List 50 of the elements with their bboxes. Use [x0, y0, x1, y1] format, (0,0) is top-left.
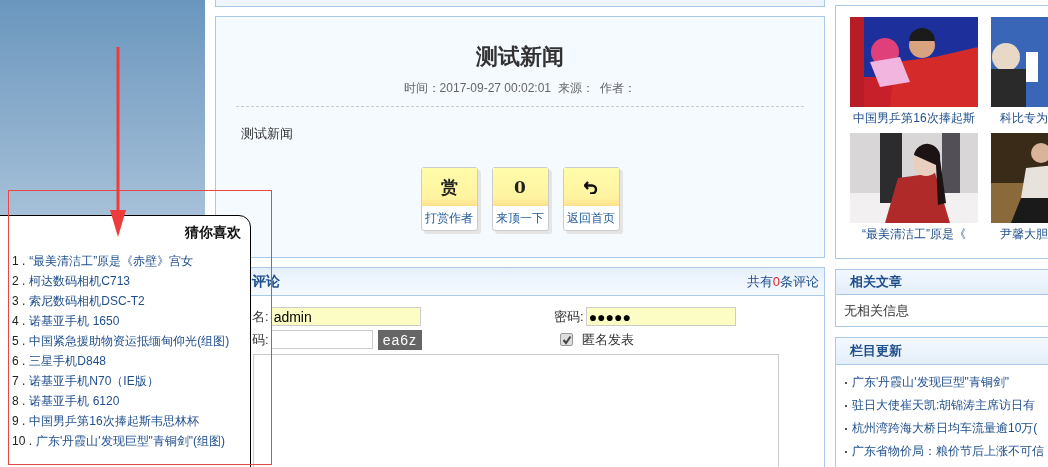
- action-button[interactable]: 返回首页: [562, 167, 620, 231]
- item-number: 3 .: [12, 294, 26, 308]
- item-number: 10 .: [12, 434, 32, 448]
- recommend-link[interactable]: 中国男乒第16次捧起斯韦思林杯: [29, 412, 199, 430]
- recommend-link[interactable]: 柯达数码相机C713: [29, 272, 131, 290]
- item-number: 1 .: [12, 254, 26, 268]
- comment-count: 共有0条评论: [746, 272, 819, 291]
- recommend-link[interactable]: 诺基亚手机 6120: [29, 392, 120, 410]
- update-link[interactable]: 杭州湾跨海大桥日均车流量逾10万(: [852, 420, 1038, 437]
- anonymous-label: 匿名发表: [582, 330, 634, 349]
- article-title: 测试新闻: [475, 43, 565, 71]
- update-link[interactable]: 驻日大使崔天凯:胡锦涛主席访日有: [852, 397, 1036, 414]
- update-link[interactable]: 广东'丹霞山'发现巨型"青铜剑": [852, 374, 1010, 391]
- anonymous-checkbox[interactable]: [560, 333, 573, 346]
- name-field[interactable]: admin: [270, 307, 421, 326]
- action-button[interactable]: 赏 打赏作者: [420, 167, 478, 231]
- item-number: 2 .: [12, 274, 26, 288]
- password-label: 密码:: [554, 307, 584, 326]
- popup-title: 猜你喜欢: [184, 223, 242, 242]
- gallery-caption[interactable]: 中国男乒第16次捧起斯: [850, 109, 978, 127]
- article-body: 测试新闻: [240, 125, 294, 143]
- related-title: 相关文章: [850, 273, 902, 291]
- item-number: 8 .: [12, 394, 26, 408]
- comment-textarea[interactable]: [253, 354, 779, 467]
- gallery-caption[interactable]: 科比专为: [991, 109, 1048, 127]
- updates-title: 栏目更新: [850, 342, 902, 360]
- captcha-image: ea6z: [377, 329, 422, 350]
- item-number: 4 .: [12, 314, 26, 328]
- recommend-link[interactable]: 诺基亚手机 1650: [29, 312, 120, 330]
- article-meta: 时间：2017-09-27 00:02:01 来源： 作者：: [402, 80, 638, 96]
- recommend-link[interactable]: 三星手机D848: [29, 352, 107, 370]
- return-icon: [584, 180, 598, 194]
- item-number: 6 .: [12, 354, 26, 368]
- recommend-link[interactable]: 诺基亚手机N70（IE版）: [29, 372, 159, 390]
- gallery-caption[interactable]: 尹馨大胆: [991, 225, 1048, 243]
- recommend-link[interactable]: 索尼数码相机DSC-T2: [29, 292, 145, 310]
- gallery-caption[interactable]: “最美清洁工”原是《: [850, 225, 978, 243]
- recommend-link[interactable]: 中国紧急援助物资运抵缅甸仰光(组图): [29, 332, 230, 350]
- recommend-link[interactable]: “最美清洁工”原是《赤壁》宫女: [29, 252, 194, 270]
- item-number: 7 .: [12, 374, 26, 388]
- captcha-label: 码:: [252, 330, 269, 349]
- name-label: 名:: [252, 307, 269, 326]
- update-link[interactable]: 广东省物价局：粮价节后上涨不可信: [852, 443, 1044, 460]
- recommend-link[interactable]: 广东'丹霞山'发现巨型"青铜剑"(组图): [36, 432, 226, 450]
- password-field[interactable]: ●●●●●: [585, 307, 736, 326]
- item-number: 9 .: [12, 414, 26, 428]
- action-button[interactable]: 0 来顶一下: [491, 167, 549, 231]
- item-number: 5 .: [12, 334, 26, 348]
- captcha-field[interactable]: [270, 330, 373, 349]
- related-empty-text: 无相关信息: [843, 302, 910, 320]
